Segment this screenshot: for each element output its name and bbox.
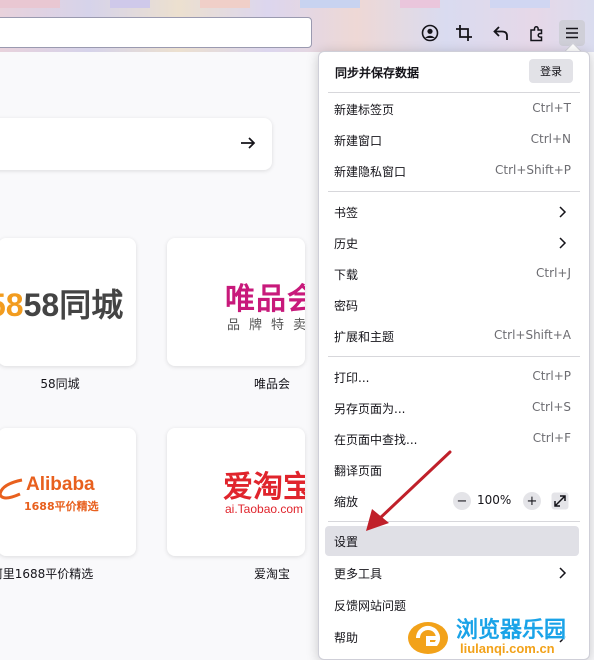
menu-item-label: 在页面中查找... [334,433,418,447]
menu-item-new-window[interactable]: 新建窗口 Ctrl+N [325,125,579,155]
extensions-icon [530,25,543,42]
menu-item-label: 书签 [334,206,359,220]
menu-item-label: 帮助 [334,631,359,645]
search-box[interactable] [0,118,272,170]
back-icon [493,26,508,40]
shortcut-label: 58同城 [40,377,80,391]
menu-item-label: 历史 [334,237,359,251]
menu-item-label: 扩展和主题 [334,330,395,344]
menu-item-label: 翻译页面 [334,464,383,478]
watermark-url: liulanqi.com.cn [460,641,555,656]
fullscreen-icon[interactable] [551,492,569,510]
menu-item-shortcut: Ctrl+J [536,266,571,280]
menu-item-label: 设置 [334,535,359,549]
menu-item-label: 新建窗口 [334,134,383,148]
shortcut-tile-vip[interactable]: 唯品会 品牌特卖 [167,238,305,366]
logo-alibaba-sub: 1688平价精选 [24,500,99,513]
chevron-right-icon [559,567,567,579]
chevron-right-icon [559,237,567,249]
shortcut-tile-taobao[interactable]: 爱淘宝 ai.Taobao.com [167,428,305,556]
menu-item-private-window[interactable]: 新建隐私窗口 Ctrl+Shift+P [325,156,579,186]
shortcut-tile-58[interactable]: 5858同城 [0,238,136,366]
hamburger-menu-icon [566,27,578,39]
shortcut-tile-alibaba[interactable]: Alibaba 1688平价精选 [0,428,136,556]
menu-item-label: 新建隐私窗口 [334,165,407,179]
zoom-label: 缩放 [334,495,359,509]
menu-item-settings[interactable]: 设置 [325,526,579,556]
browser-toolbar [0,0,594,52]
menu-item-shortcut: Ctrl+N [530,132,571,146]
logo-58: 5858同城 [0,287,124,323]
pixel-block [490,0,550,8]
pixel-block [200,0,250,8]
zoom-out-button[interactable]: − [453,492,471,510]
menu-item-history[interactable]: 历史 [325,228,579,258]
zoom-value[interactable]: 100% [477,493,511,507]
menu-item-label: 密码 [334,299,359,313]
account-button[interactable] [417,20,443,46]
extensions-button[interactable] [524,20,550,46]
shortcut-label: 阿里1688平价精选 [0,567,94,581]
menu-item-label: 另存页面为... [334,402,406,416]
logo-vip: 唯品会 [225,282,305,317]
menu-item-addons[interactable]: 扩展和主题 Ctrl+Shift+A [325,321,579,351]
logo-alibaba: Alibaba [26,474,95,495]
logo-taobao-sub: ai.Taobao.com [225,502,304,516]
watermark: 浏览器乐园 liulanqi.com.cn [404,610,594,660]
menu-item-find[interactable]: 在页面中查找... Ctrl+F [325,424,579,454]
screenshot-button[interactable] [451,20,477,46]
menu-item-shortcut: Ctrl+P [532,369,571,383]
menu-item-shortcut: Ctrl+S [531,400,571,414]
account-icon [421,24,439,42]
chevron-right-icon [559,206,567,218]
watermark-title: 浏览器乐园 [456,617,567,643]
login-button[interactable]: 登录 [529,59,573,83]
menu-item-label: 下载 [334,268,359,282]
logo-vip-sub: 品牌特卖 [227,318,305,333]
menu-item-label: 新建标签页 [334,103,395,117]
pixel-block [300,0,360,8]
menu-item-shortcut: Ctrl+F [532,431,571,445]
watermark-logo-icon [408,622,448,654]
menu-item-label: 打印... [334,371,370,385]
alibaba-logo-icon [0,478,23,500]
menu-item-zoom: 缩放 − 100% + [325,486,579,516]
menu-item-translate[interactable]: 翻译页面 [325,455,579,485]
arrow-right-icon[interactable] [238,133,258,153]
app-menu: 同步并保存数据 登录 新建标签页 Ctrl+T 新建窗口 Ctrl+N 新建隐私… [318,51,590,660]
menu-separator [328,191,580,192]
menu-item-label: 反馈网站问题 [334,599,407,613]
back-button[interactable] [488,20,514,46]
menu-item-label: 更多工具 [334,567,383,581]
menu-item-more-tools[interactable]: 更多工具 [325,558,579,588]
plus-icon: + [526,493,538,509]
pixel-block [0,0,60,8]
minus-icon: − [456,493,468,509]
menu-item-print[interactable]: 打印... Ctrl+P [325,362,579,392]
address-bar[interactable] [0,17,312,48]
menu-item-new-tab[interactable]: 新建标签页 Ctrl+T [325,94,579,124]
pixel-block [400,0,440,8]
sync-title: 同步并保存数据 [335,66,420,80]
menu-item-bookmarks[interactable]: 书签 [325,197,579,227]
zoom-in-button[interactable]: + [523,492,541,510]
logo-taobao: 爱淘宝 [223,470,305,505]
menu-separator [328,356,580,357]
menu-item-save-page[interactable]: 另存页面为... Ctrl+S [325,393,579,423]
menu-separator [328,521,580,522]
menu-item-shortcut: Ctrl+Shift+A [494,328,571,342]
menu-item-shortcut: Ctrl+Shift+P [495,163,571,177]
pixel-block [110,0,150,8]
menu-separator [328,92,580,93]
menu-item-shortcut: Ctrl+T [532,101,571,115]
menu-item-passwords[interactable]: 密码 [325,290,579,320]
screenshot-icon [456,25,472,41]
menu-item-downloads[interactable]: 下载 Ctrl+J [325,259,579,289]
